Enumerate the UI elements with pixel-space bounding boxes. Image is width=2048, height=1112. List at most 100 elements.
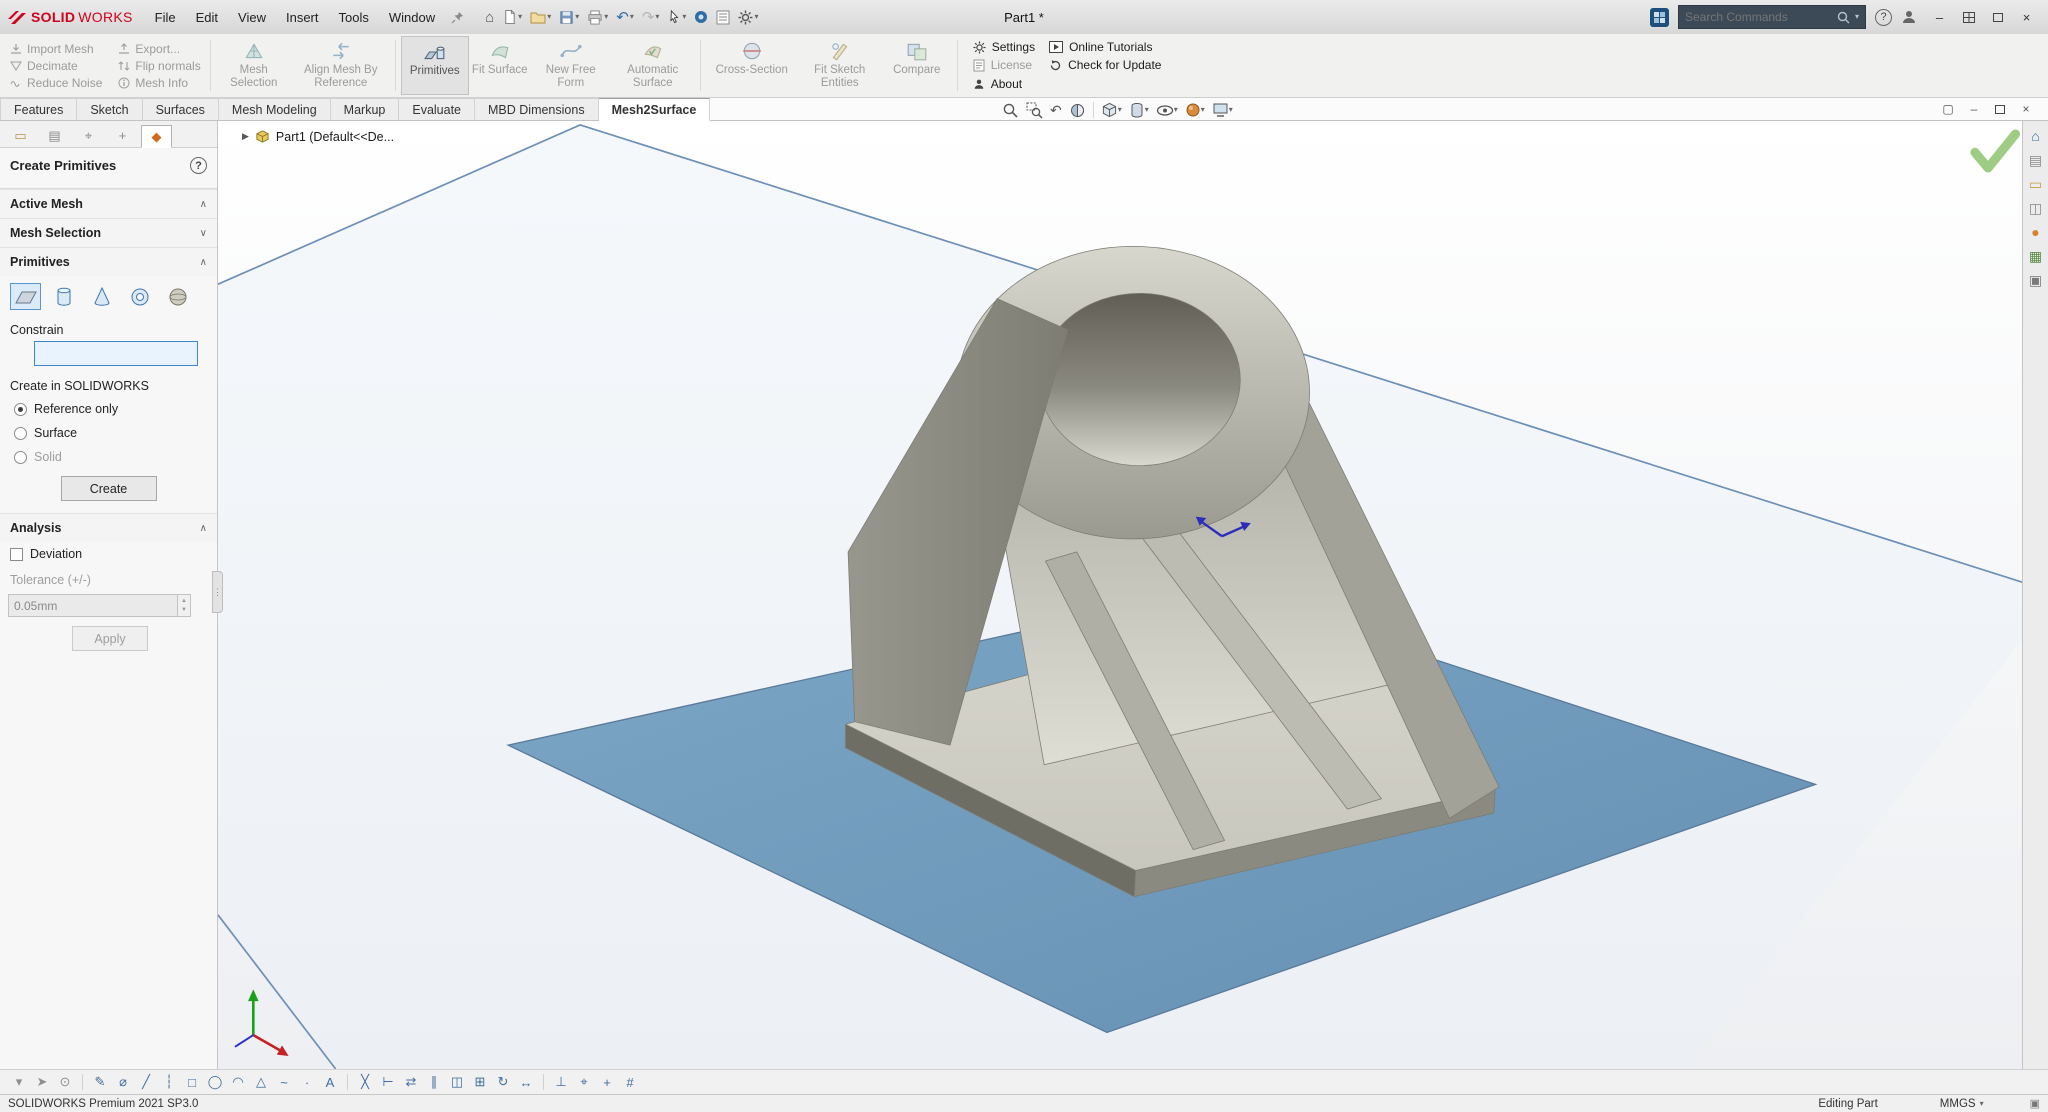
home-button[interactable]: ⌂ <box>482 8 497 27</box>
minimize-window-icon[interactable]: – <box>1926 6 1953 28</box>
tolerance-spinner[interactable]: ▲ ▼ <box>178 594 191 617</box>
fit-sketch-entities-button[interactable]: Fit Sketch Entities <box>798 36 882 95</box>
line-icon[interactable]: ╱ <box>135 1072 157 1093</box>
design-library-icon[interactable]: ▤ <box>2029 153 2042 167</box>
previous-view-icon[interactable]: ↶ <box>1048 100 1064 120</box>
tree-expand-icon[interactable]: ▶ <box>242 131 249 142</box>
primitive-cone-button[interactable] <box>86 283 117 310</box>
centerline-icon[interactable]: ┆ <box>158 1072 180 1093</box>
search-icon[interactable] <box>1837 11 1850 24</box>
primitive-torus-button[interactable] <box>124 283 155 310</box>
radio-reference-only[interactable]: Reference only <box>0 397 217 421</box>
options-button[interactable]: ▾ <box>735 8 761 27</box>
polygon-icon[interactable]: △ <box>250 1072 272 1093</box>
feature-tree-root[interactable]: ▶ Part1 (Default<<De... <box>242 129 394 144</box>
rebuild-button[interactable] <box>691 8 711 26</box>
sketch-icon[interactable]: ✎ <box>89 1072 111 1093</box>
units-selector[interactable]: MMGS ▾ <box>1940 1098 1984 1110</box>
smart-dimension-icon[interactable]: ⌀ <box>112 1072 134 1093</box>
view-orientation-icon[interactable]: ▾ <box>1099 100 1124 120</box>
tab-surfaces[interactable]: Surfaces <box>142 98 219 120</box>
mesh2surface-tab[interactable]: ◆ <box>141 125 172 148</box>
offset-entities-icon[interactable]: ∥ <box>423 1072 445 1093</box>
pin-menu-icon[interactable] <box>451 11 464 24</box>
tab-sketch[interactable]: Sketch <box>77 98 143 120</box>
constrain-input[interactable] <box>34 341 198 366</box>
panel-splitter-handle[interactable]: ⋮ <box>212 571 223 613</box>
linear-pattern-icon[interactable]: ⊞ <box>469 1072 491 1093</box>
automatic-surface-button[interactable]: Automatic Surface <box>611 36 695 95</box>
display-style-icon[interactable]: ▾ <box>1127 100 1151 120</box>
radio-icon[interactable] <box>14 402 27 416</box>
3d-scene[interactable] <box>218 121 2022 1069</box>
primitives-section[interactable]: Primitives ∧ <box>0 247 217 276</box>
configuration-manager-tab[interactable]: ⌖ <box>73 124 104 147</box>
repair-sketch-icon[interactable]: + <box>596 1072 618 1093</box>
mesh-info-button[interactable]: Mesh Info <box>118 76 200 90</box>
settings-link[interactable]: Settings <box>973 38 1035 56</box>
mesh-selection-section[interactable]: Mesh Selection ∨ <box>0 218 217 247</box>
radio-icon[interactable] <box>14 426 27 440</box>
view-palette-icon[interactable]: ◫ <box>2029 201 2042 215</box>
panel-help-icon[interactable]: ? <box>190 157 207 174</box>
select-button[interactable]: ▾ <box>664 7 689 27</box>
appearances-icon[interactable]: ● <box>2031 225 2039 239</box>
close-window-icon[interactable]: × <box>2013 6 2040 28</box>
trim-entities-icon[interactable]: ╳ <box>354 1072 376 1093</box>
arc-icon[interactable]: ◠ <box>227 1072 249 1093</box>
custom-properties-icon[interactable]: ▦ <box>2029 249 2042 263</box>
import-mesh-button[interactable]: Import Mesh <box>10 42 102 56</box>
tolerance-input[interactable] <box>8 594 178 617</box>
chevron-down-icon[interactable]: ∨ <box>200 228 207 239</box>
select-icon[interactable]: ➤ <box>31 1072 53 1093</box>
menu-tools[interactable]: Tools <box>329 6 379 29</box>
convert-entities-icon[interactable]: ⇄ <box>400 1072 422 1093</box>
magnified-selection-icon[interactable]: ⊙ <box>54 1072 76 1093</box>
display-relations-icon[interactable]: ⌖ <box>573 1072 595 1093</box>
extend-entities-icon[interactable]: ⊢ <box>377 1072 399 1093</box>
property-manager-tab[interactable]: ▤ <box>39 124 70 147</box>
primitive-cylinder-button[interactable] <box>48 283 79 310</box>
spline-icon[interactable]: ~ <box>273 1072 295 1093</box>
edit-appearance-icon[interactable]: ▾ <box>1183 100 1207 120</box>
menu-view[interactable]: View <box>228 6 276 29</box>
quick-snaps-icon[interactable]: # <box>619 1072 641 1093</box>
menu-edit[interactable]: Edit <box>186 6 228 29</box>
deviation-checkbox-row[interactable]: Deviation <box>0 542 217 566</box>
align-mesh-button[interactable]: Align Mesh By Reference <box>292 36 390 95</box>
tab-markup[interactable]: Markup <box>330 98 400 120</box>
search-input[interactable] <box>1685 10 1832 24</box>
flip-normals-button[interactable]: Flip normals <box>118 59 201 73</box>
online-tutorials-link[interactable]: Online Tutorials <box>1049 38 1161 56</box>
tab-features[interactable]: Features <box>0 98 78 120</box>
menu-file[interactable]: File <box>145 6 186 29</box>
search-caret-icon[interactable]: ▾ <box>1855 13 1859 21</box>
solidworks-resources-icon[interactable]: ▣ <box>2029 273 2042 287</box>
move-entities-icon[interactable]: ↔ <box>515 1072 537 1093</box>
chevron-up-icon[interactable]: ∧ <box>200 257 207 268</box>
fit-surface-button[interactable]: Fit Surface <box>469 36 531 95</box>
spin-down-icon[interactable]: ▼ <box>178 606 190 614</box>
menu-insert[interactable]: Insert <box>276 6 329 29</box>
license-link[interactable]: License <box>973 56 1035 74</box>
tree-root-label[interactable]: Part1 (Default<<De... <box>276 130 394 144</box>
home-icon[interactable]: ⌂ <box>2031 129 2039 143</box>
analysis-section[interactable]: Analysis ∧ <box>0 513 217 542</box>
graphics-area[interactable]: ▶ Part1 (Default<<De... <box>218 121 2022 1069</box>
save-button[interactable]: ▾ <box>556 8 582 27</box>
feature-manager-tab[interactable]: ▭ <box>5 124 36 147</box>
mirror-entities-icon[interactable]: ◫ <box>446 1072 468 1093</box>
circular-pattern-icon[interactable]: ↻ <box>492 1072 514 1093</box>
statusbar-panel-toggle-icon[interactable]: ▣ <box>2030 1097 2040 1110</box>
tab-mbd-dimensions[interactable]: MBD Dimensions <box>475 98 599 120</box>
chevron-up-icon[interactable]: ∧ <box>200 523 207 534</box>
close-document-icon[interactable]: × <box>2015 100 2037 118</box>
help-icon[interactable]: ? <box>1875 8 1892 26</box>
file-explorer-icon[interactable]: ▭ <box>2029 177 2042 191</box>
minimize-document-icon[interactable]: – <box>1963 100 1985 118</box>
circle-icon[interactable]: ◯ <box>204 1072 226 1093</box>
app-badge-icon[interactable] <box>1650 7 1669 27</box>
export-button[interactable]: Export... <box>118 42 200 56</box>
zoom-to-area-icon[interactable] <box>1024 100 1045 120</box>
dim-xpert-tab[interactable]: + <box>107 124 138 147</box>
